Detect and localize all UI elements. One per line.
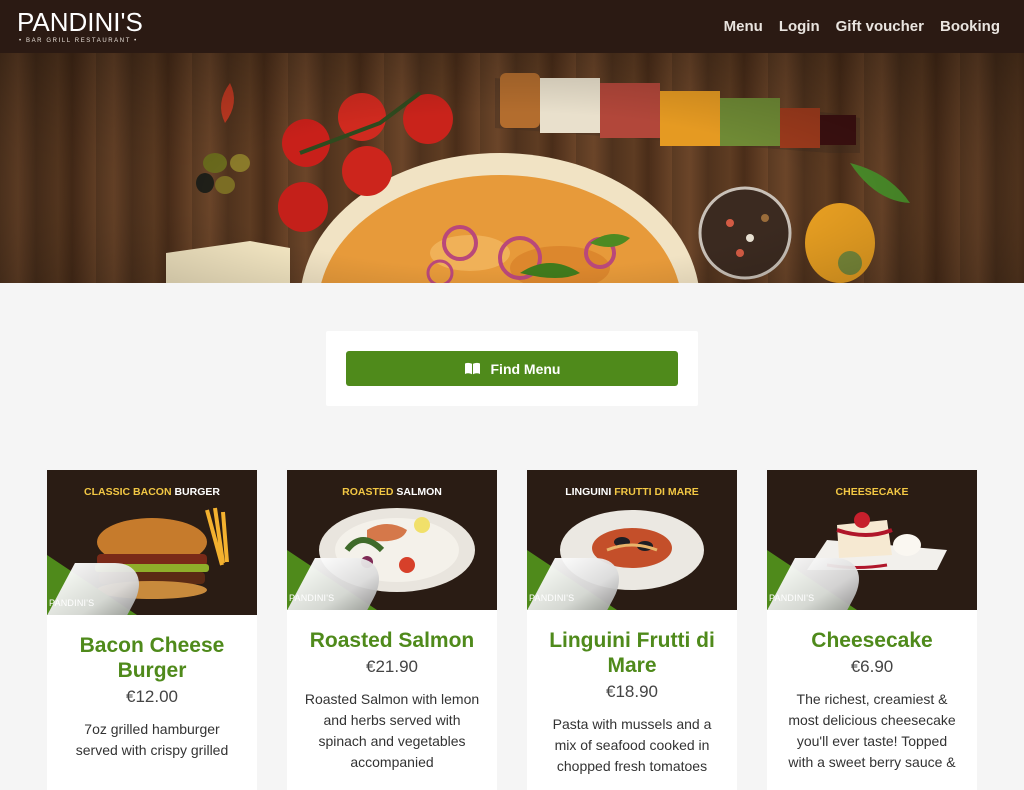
logo-tagline: • BAR GRILL RESTAURANT • [19,38,138,44]
dish-card-bacon-cheese-burger[interactable]: CLASSIC BACON BURGER PANDINI'S Bacon Che… [47,470,257,790]
find-menu-panel: Find Menu [326,331,698,406]
find-menu-label: Find Menu [490,360,561,377]
dish-card-cheesecake[interactable]: CHEESECAKE PANDINI'S Cheesecake €6.90 Th… [767,470,977,790]
dish-image: ROASTED SALMON PANDINI'S [287,470,497,610]
dish-image: LINGUINI FRUTTI DI MARE PANDINI'S [527,470,737,610]
nav-login[interactable]: Login [779,18,820,35]
dish-title[interactable]: Roasted Salmon [287,628,497,653]
main-nav: Menu Login Gift voucher Booking [724,18,1000,35]
dish-price: €21.90 [366,657,418,676]
hero-food-illustration [166,73,910,283]
hero-banner-image [0,53,1024,283]
find-menu-button[interactable]: Find Menu [346,351,678,386]
dish-price: €6.90 [850,657,894,676]
nav-booking[interactable]: Booking [940,18,1000,35]
dish-title[interactable]: Cheesecake [767,628,977,653]
book-open-icon [464,362,481,375]
dish-price: €12.00 [126,687,178,706]
mini-logo: PANDINI'S [289,593,335,603]
site-header: PANDINI'S • BAR GRILL RESTAURANT • Menu … [0,0,1024,53]
mini-logo: PANDINI'S [49,598,95,608]
brand-logo[interactable]: PANDINI'S • BAR GRILL RESTAURANT • [17,9,143,44]
dish-description: The richest, creamiest & most delicious … [788,691,956,770]
dish-price: €18.90 [606,682,658,701]
dish-card-roasted-salmon[interactable]: ROASTED SALMON PANDINI'S Roasted Salmon … [287,470,497,790]
dish-description: Roasted Salmon with lemon and herbs serv… [304,691,480,770]
nav-gift-voucher[interactable]: Gift voucher [836,18,924,35]
dish-title[interactable]: Linguini Frutti di Mare [527,628,737,678]
dish-description: 7oz grilled hamburger served with crispy… [75,721,229,758]
dish-banner: LINGUINI FRUTTI DI MARE [565,486,699,498]
dish-title[interactable]: Bacon Cheese Burger [47,633,257,683]
logo-wordmark: PANDINI'S [17,7,143,37]
nav-menu[interactable]: Menu [724,18,763,35]
dish-image: CHEESECAKE PANDINI'S [767,470,977,610]
mini-logo: PANDINI'S [769,593,815,603]
mini-logo: PANDINI'S [529,593,575,603]
dish-image: CLASSIC BACON BURGER PANDINI'S [47,470,257,615]
dish-banner: ROASTED SALMON [342,486,442,498]
dish-banner: CHEESECAKE [835,486,909,498]
dish-card-linguini-frutti-di-mare[interactable]: LINGUINI FRUTTI DI MARE PANDINI'S Lingui… [527,470,737,790]
dish-banner: CLASSIC BACON BURGER [84,486,220,498]
